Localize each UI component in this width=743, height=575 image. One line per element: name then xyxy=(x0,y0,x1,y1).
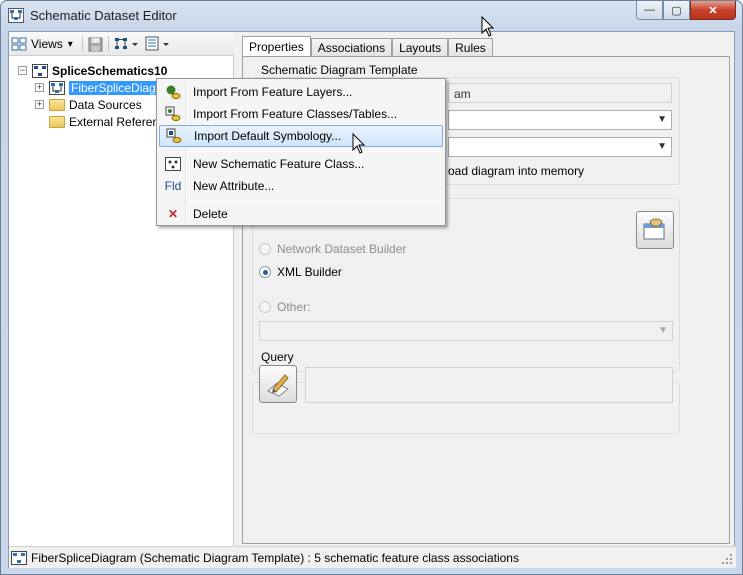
dropdown-arrow-icon: ▼ xyxy=(657,114,667,125)
tab-rules[interactable]: Rules xyxy=(448,38,493,57)
menu-item-label: New Schematic Feature Class... xyxy=(193,157,365,171)
delete-icon: ✕ xyxy=(167,207,179,221)
import-symbology-icon xyxy=(160,128,188,144)
menu-item-label: New Attribute... xyxy=(193,179,275,193)
expand-toggle[interactable]: + xyxy=(35,83,44,92)
other-builder-label: Other: xyxy=(277,300,311,314)
save-icon[interactable] xyxy=(88,37,103,52)
network-builder-label: Network Dataset Builder xyxy=(277,242,407,256)
folder-icon xyxy=(49,98,65,111)
other-builder-combo[interactable]: ▼ xyxy=(259,321,673,341)
schematic-app-icon xyxy=(8,8,24,23)
tree-root[interactable]: − SpliceSchematics10 xyxy=(18,62,167,79)
feature-class-icon xyxy=(159,157,187,171)
import-classes-icon xyxy=(159,106,187,122)
collapse-toggle[interactable]: − xyxy=(18,66,27,75)
maximize-button[interactable]: ▢ xyxy=(663,1,690,20)
tab-layouts[interactable]: Layouts xyxy=(392,38,449,57)
diagram-template-icon xyxy=(49,80,65,95)
expand-toggle[interactable]: + xyxy=(35,100,44,109)
context-menu: Import From Feature Layers... Import Fro… xyxy=(156,78,446,226)
tab-strip: Properties Associations Layouts Rules xyxy=(242,36,493,57)
other-builder-radio[interactable]: Other: xyxy=(259,300,310,314)
dropdown-arrow-icon: ▼ xyxy=(657,141,667,152)
window-title: Schematic Dataset Editor xyxy=(30,8,177,23)
menu-item-import-feature-layers[interactable]: Import From Feature Layers... xyxy=(159,81,443,103)
tree-item-data-sources[interactable]: + Data Sources xyxy=(35,96,142,113)
status-bar: FiberSpliceDiagram (Schematic Diagram Te… xyxy=(9,546,736,568)
builder-properties-button[interactable] xyxy=(636,211,674,249)
pencil-paper-icon xyxy=(267,374,289,397)
dropdown-arrow-icon: ▼ xyxy=(658,325,668,336)
menu-item-import-default-symbology[interactable]: Import Default Symbology... xyxy=(159,125,443,147)
menu-item-new-schematic-feature-class[interactable]: New Schematic Feature Class... xyxy=(159,153,443,175)
tree-root-label: SpliceSchematics10 xyxy=(52,63,168,78)
edit-properties-icon xyxy=(643,218,665,240)
import-layers-icon xyxy=(159,84,187,100)
menu-separator xyxy=(189,151,443,152)
status-text: FiberSpliceDiagram (Schematic Diagram Te… xyxy=(31,550,519,565)
menu-item-import-feature-classes[interactable]: Import From Feature Classes/Tables... xyxy=(159,103,443,125)
list-options-icon[interactable] xyxy=(145,36,171,52)
load-diagram-memory-label: oad diagram into memory xyxy=(448,164,585,178)
toolbar-separator xyxy=(108,36,109,52)
template-group-label: Schematic Diagram Template xyxy=(258,63,421,77)
views-button[interactable]: Views ▾ xyxy=(11,35,73,53)
radio-button[interactable] xyxy=(259,243,271,255)
menu-separator xyxy=(189,201,443,202)
tab-associations[interactable]: Associations xyxy=(310,38,393,57)
views-label: Views xyxy=(31,37,63,51)
chevron-down-icon: ▾ xyxy=(67,38,73,50)
tree-toolbar: Views ▾ xyxy=(9,32,234,56)
layout-dropdown-icon[interactable] xyxy=(114,36,140,52)
window-controls: — ▢ ✕ xyxy=(636,1,736,21)
query-textbox xyxy=(305,367,673,403)
query-edit-button[interactable] xyxy=(259,365,297,403)
fld-icon: Fld xyxy=(164,179,182,193)
template-name-field: am xyxy=(448,83,672,103)
radio-button[interactable] xyxy=(259,301,271,313)
network-builder-radio[interactable]: Network Dataset Builder xyxy=(259,242,406,256)
layout-algorithm-combo[interactable]: ▼ xyxy=(448,137,672,157)
title-bar[interactable]: Schematic Dataset Editor — ▢ ✕ xyxy=(1,1,742,31)
resize-grip-icon[interactable] xyxy=(722,554,733,565)
menu-item-label: Import Default Symbology... xyxy=(194,129,342,143)
toolbar-separator xyxy=(82,36,83,52)
folder-icon xyxy=(49,115,65,128)
mouse-pointer-icon xyxy=(481,16,495,37)
diagram-template-icon xyxy=(11,550,27,565)
menu-item-label: Delete xyxy=(193,207,228,221)
radio-button-selected[interactable] xyxy=(259,266,271,278)
mouse-pointer-icon xyxy=(352,133,366,154)
views-icon xyxy=(11,37,27,51)
minimize-button[interactable]: — xyxy=(636,1,663,20)
menu-item-new-attribute[interactable]: Fld New Attribute... xyxy=(159,175,443,197)
close-button[interactable]: ✕ xyxy=(690,1,736,20)
schematic-dataset-icon xyxy=(32,63,48,78)
tab-properties[interactable]: Properties xyxy=(242,36,311,57)
xml-builder-label: XML Builder xyxy=(277,265,342,279)
menu-item-label: Import From Feature Layers... xyxy=(193,85,353,99)
query-group-label: Query xyxy=(258,350,297,364)
xml-builder-radio[interactable]: XML Builder xyxy=(259,265,342,279)
template-name-value: am xyxy=(454,87,471,101)
tree-item-label: Data Sources xyxy=(69,97,142,112)
menu-item-delete[interactable]: ✕ Delete xyxy=(159,203,443,225)
menu-item-label: Import From Feature Classes/Tables... xyxy=(193,107,398,121)
builder-type-combo[interactable]: ▼ xyxy=(448,110,672,130)
